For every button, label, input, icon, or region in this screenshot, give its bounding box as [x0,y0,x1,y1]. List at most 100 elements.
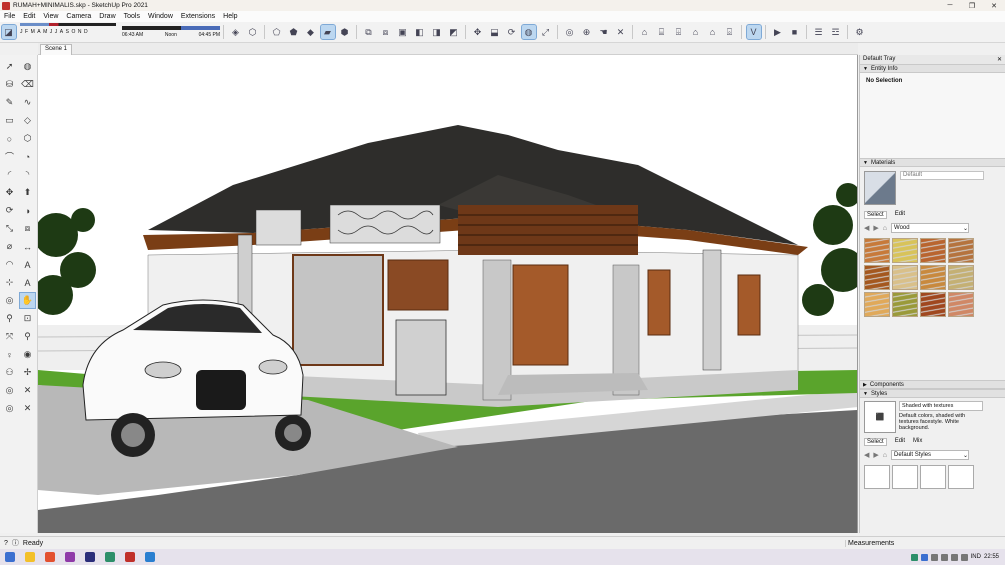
sketchup-taskbar-icon[interactable] [125,552,135,562]
style-name-field[interactable]: Shaded with textures [899,401,983,411]
components-header[interactable]: ▶ Components [860,380,1005,389]
menu-window[interactable]: Window [144,13,177,20]
extension-warehouse-icon[interactable]: ⌸ [655,25,669,39]
menu-help[interactable]: Help [219,13,241,20]
look-around-icon[interactable]: ◉ [20,347,35,362]
material-texture-swatch[interactable] [920,265,946,290]
warehouse-icon[interactable]: ⌻ [723,25,737,39]
tray-icon[interactable] [910,553,918,561]
material-name-field[interactable]: Default [900,171,984,180]
paint-bucket-icon[interactable]: ⛁ [2,77,17,92]
outliner-icon[interactable]: ☲ [829,25,843,39]
styles-header[interactable]: ▼ Styles [860,389,1005,398]
3d-text-icon[interactable]: A [20,275,35,290]
hidden-line-icon[interactable]: ⬟ [287,25,301,39]
push-pull-tool-icon[interactable]: ⬆ [20,185,35,200]
menu-extensions[interactable]: Extensions [177,13,219,20]
material-texture-swatch[interactable] [864,265,890,290]
style-library-select[interactable]: Default Styles ⌄ [891,450,970,460]
clock[interactable]: 22:55 [984,554,999,560]
menu-edit[interactable]: Edit [19,13,39,20]
follow-me-icon[interactable]: ◍ [520,24,537,40]
style-thumb[interactable] [920,465,946,489]
rotate-icon[interactable]: ⟳ [505,25,519,39]
materials-header[interactable]: ▼ Materials [860,158,1005,167]
style-thumb[interactable] [892,465,918,489]
vray-icon[interactable]: V [745,24,762,40]
tab-materials-edit[interactable]: Edit [895,211,905,219]
pan-tool-icon[interactable]: ✋ [19,292,36,309]
material-texture-swatch[interactable] [948,292,974,317]
zoom-extents-tool-icon[interactable]: ⤧ [2,329,17,344]
forward-arrow-icon[interactable]: ▶ [873,451,878,459]
app-icon[interactable] [105,552,115,562]
measurements-box[interactable]: Measurements [845,539,1005,547]
home-icon[interactable]: ⌂ [883,452,887,459]
house-icon[interactable]: ⌂ [706,25,720,39]
3d-viewport[interactable] [38,55,858,533]
file-explorer-icon[interactable] [25,552,35,562]
follow-me-tool-icon[interactable]: ◑ [20,203,35,218]
app-icon[interactable] [145,552,155,562]
stop-icon[interactable]: ■ [788,25,802,39]
protractor-icon[interactable]: ◠ [2,257,17,272]
browser-icon[interactable] [45,552,55,562]
section-display-icon[interactable]: ◎ [2,383,17,398]
language-indicator[interactable]: IND [971,554,981,560]
zoom-tool-icon[interactable]: ⚲ [2,311,17,326]
gear-icon[interactable]: ⚙ [853,25,867,39]
tab-styles-edit[interactable]: Edit [895,438,905,446]
maximize-button[interactable]: ❐ [961,2,983,10]
layers-icon[interactable]: ☰ [812,25,826,39]
minimize-button[interactable]: ─ [939,2,961,9]
home-icon[interactable]: ⌂ [883,225,887,232]
back-view-icon[interactable]: ◨ [430,25,444,39]
arc-icon[interactable]: ⌒ [2,149,17,164]
app-icon[interactable] [65,552,75,562]
material-library-select[interactable]: Wood ⌄ [891,223,970,233]
iso-view-icon[interactable]: ⧉ [362,25,376,39]
right-view-icon[interactable]: ◧ [413,25,427,39]
dimension-icon[interactable]: ↔ [20,239,35,254]
tab-styles-mix[interactable]: Mix [913,438,922,446]
tape-measure-icon[interactable]: ⌀ [2,239,17,254]
scale-tool-icon[interactable]: ⤡ [2,221,17,236]
scale-icon[interactable]: ⤢ [539,25,553,39]
component-icon[interactable]: ⌂ [689,25,703,39]
section-plane-icon[interactable]: ✕ [614,25,628,39]
info-icon[interactable]: ⓘ [12,538,19,548]
play-icon[interactable]: ▶ [771,25,785,39]
material-texture-swatch[interactable] [892,238,918,263]
section-cut-icon[interactable]: ✕ [20,383,35,398]
material-texture-swatch[interactable] [948,265,974,290]
pan-icon[interactable]: ☚ [597,25,611,39]
tray-icon[interactable] [940,553,948,561]
zoom-window-icon[interactable]: ⊡ [20,311,35,326]
pie-icon[interactable]: ◔ [20,149,35,164]
move-icon[interactable]: ✥ [471,25,485,39]
shadow-date-slider[interactable]: J F M A M J J A S O N D [20,23,116,35]
rotate-tool-icon[interactable]: ⟳ [2,203,17,218]
menu-tools[interactable]: Tools [120,13,144,20]
back-edges-icon[interactable]: ⬡ [246,25,260,39]
material-texture-swatch[interactable] [864,292,890,317]
back-arrow-icon[interactable]: ◀ [864,451,869,459]
close-button[interactable]: ✕ [983,2,1005,10]
back-arrow-icon[interactable]: ◀ [864,224,869,232]
orbit-icon[interactable]: ◎ [563,25,577,39]
left-view-icon[interactable]: ◩ [447,25,461,39]
material-texture-swatch[interactable] [920,238,946,263]
zoom-extents-icon[interactable]: ⊕ [580,25,594,39]
scene-tab[interactable]: Scene 1 [40,44,73,55]
style-thumb[interactable] [864,465,890,489]
orbit-tool-icon[interactable]: ◎ [2,293,17,308]
section-planes-icon[interactable]: ✕ [20,401,35,416]
freehand-icon[interactable]: ∿ [20,95,35,110]
tray-icon[interactable] [930,553,938,561]
xray-icon[interactable]: ◈ [229,25,243,39]
start-icon[interactable] [5,552,15,562]
menu-file[interactable]: File [0,13,19,20]
pencil-icon[interactable]: ✎ [2,95,17,110]
tab-styles-select[interactable]: Select [864,438,887,446]
shaded-icon[interactable]: ◆ [304,25,318,39]
